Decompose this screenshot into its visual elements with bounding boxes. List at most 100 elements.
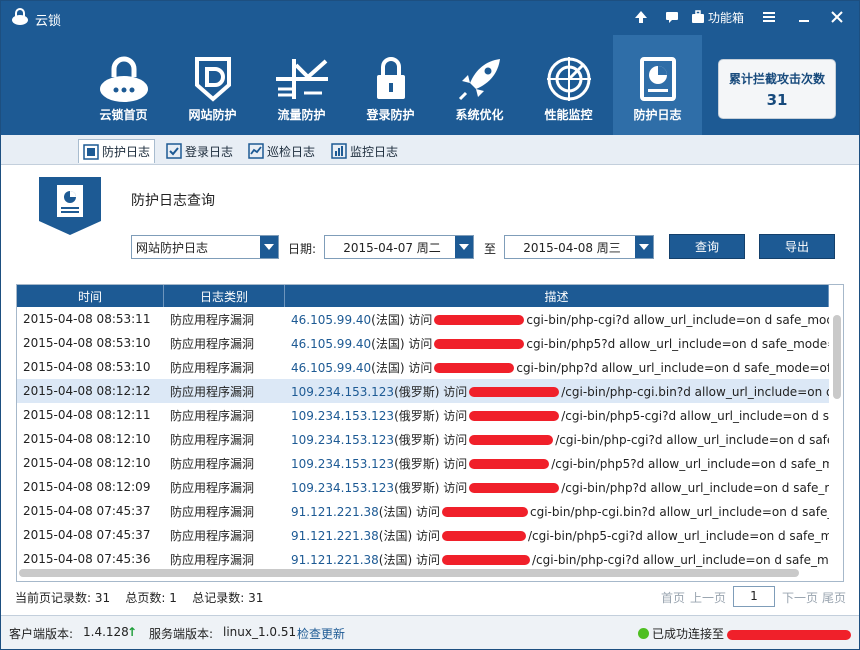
- message-icon[interactable]: [664, 7, 680, 27]
- minimize-icon[interactable]: [797, 7, 811, 27]
- page-number-input[interactable]: 1: [733, 586, 775, 607]
- attack-counter-box: 累计拦截攻击次数 31: [718, 59, 836, 119]
- cell-desc: 91.121.221.38(法国) 访问 cgi-bin/php-cgi.bin?…: [285, 503, 829, 520]
- cell-time: 2015-04-08 08:12:11: [23, 408, 151, 422]
- cell-path: cgi-bin/php-cgi?d allow_url_include=on d…: [526, 312, 829, 327]
- connection-status: 已成功连接至: [638, 625, 724, 642]
- nav-item-home[interactable]: 云锁首页: [79, 35, 168, 135]
- table-row[interactable]: 2015-04-08 08:12:11 防应用程序漏洞 109.234.153.12…: [17, 403, 829, 427]
- cell-desc: 109.234.153.123(俄罗斯) 访问/cgi-bin/php5?d a…: [285, 455, 829, 472]
- tab-label: 防护日志: [102, 145, 151, 159]
- close-icon[interactable]: [830, 7, 844, 27]
- cloud-lock-logo-icon: [12, 8, 28, 25]
- nav-label: 性能监控: [544, 108, 593, 122]
- nav-label: 防护日志: [633, 108, 682, 122]
- cell-time: 2015-04-08 07:45:37: [23, 528, 151, 542]
- redaction-mark: [434, 339, 525, 349]
- redaction-mark: [441, 507, 528, 517]
- cell-ip: 109.234.153.123: [291, 432, 395, 447]
- main-nav: 云锁首页 网站防护 流量防护 登录防护 系统优化 性能监控 防护日志: [79, 35, 702, 135]
- cell-type: 防应用程序漏洞: [170, 336, 255, 351]
- vertical-scrollbar[interactable]: [833, 315, 841, 399]
- tab-patrol-log[interactable]: 巡检日志: [244, 139, 319, 163]
- chevron-down-icon[interactable]: [635, 236, 653, 258]
- cell-ip: 91.121.221.38: [291, 504, 379, 519]
- cloud-lock-icon: [99, 56, 148, 102]
- redacted-host: [725, 627, 853, 641]
- tab-protect-log[interactable]: 防护日志: [78, 139, 156, 163]
- menu-icon[interactable]: [761, 7, 777, 27]
- cell-type: 防应用程序漏洞: [170, 552, 255, 567]
- up-arrow-icon: ↑: [127, 625, 138, 639]
- cell-time: 2015-04-08 08:53:10: [23, 336, 151, 350]
- toolbox-icon: [692, 10, 704, 23]
- table-row[interactable]: 2015-04-08 08:53:10 防应用程序漏洞 46.105.99.40(法…: [17, 355, 829, 379]
- col-header-desc[interactable]: 描述: [285, 285, 829, 307]
- prev-page-link[interactable]: 上一页: [690, 589, 726, 606]
- cell-time: 2015-04-08 08:53:10: [23, 360, 151, 374]
- nav-item-system-optimize[interactable]: 系统优化: [435, 35, 524, 135]
- chevron-down-icon[interactable]: [260, 236, 278, 258]
- cell-time: 2015-04-08 08:12:10: [23, 432, 151, 446]
- cell-path: /cgi-bin/php-cgi?d allow_url_include=on …: [531, 552, 829, 567]
- table-row[interactable]: 2015-04-08 07:45:36 防应用程序漏洞 91.121.221.38(…: [17, 547, 829, 571]
- redaction-mark: [469, 483, 560, 493]
- nav-item-site-protect[interactable]: 网站防护: [168, 35, 257, 135]
- query-button[interactable]: 查询: [669, 234, 745, 259]
- cell-desc: 46.105.99.40(法国) 访问 cgi-bin/php-cgi?d all…: [285, 311, 829, 328]
- cell-path: cgi-bin/php?d allow_url_include=on d saf…: [516, 360, 829, 375]
- horizontal-scrollbar[interactable]: [19, 569, 799, 577]
- toolbox-label: 功能箱: [708, 10, 745, 25]
- nav-item-traffic-protect[interactable]: 流量防护: [257, 35, 346, 135]
- cell-time: 2015-04-08 08:12:12: [23, 384, 151, 398]
- log-type-select[interactable]: 网站防护日志: [131, 235, 279, 259]
- date-from-value: 2015-04-07 周二: [343, 240, 441, 255]
- log-report-icon: [639, 57, 676, 101]
- table-row[interactable]: 2015-04-08 08:53:11 防应用程序漏洞 46.105.99.40(法…: [17, 307, 829, 331]
- attack-counter-label: 累计拦截攻击次数: [728, 72, 825, 86]
- cell-desc: 46.105.99.40(法国) 访问 cgi-bin/php?d allow_u…: [285, 359, 829, 376]
- tab-login-log[interactable]: 登录日志: [162, 139, 237, 163]
- col-header-type[interactable]: 日志类别: [164, 285, 285, 307]
- cell-country: (俄罗斯) 访问: [394, 480, 468, 495]
- upgrade-icon[interactable]: [633, 7, 649, 27]
- app-window: 云锁 功能箱 云锁首页 网站防护 流量防护 登录防护 系统优化 性能监控 防护日…: [0, 0, 860, 650]
- nav-item-login-protect[interactable]: 登录防护: [346, 35, 435, 135]
- toolbox-button[interactable]: 功能箱: [690, 7, 744, 27]
- cell-country: (俄罗斯) 访问: [394, 456, 468, 471]
- table-row[interactable]: 2015-04-08 08:53:10 防应用程序漏洞 46.105.99.40(法…: [17, 331, 829, 355]
- cell-ip: 91.121.221.38: [291, 528, 379, 543]
- export-button[interactable]: 导出: [759, 234, 835, 259]
- table-row[interactable]: 2015-04-08 08:12:10 防应用程序漏洞 109.234.153.12…: [17, 427, 829, 451]
- title-bar: 云锁 功能箱: [1, 1, 859, 35]
- cell-type: 防应用程序漏洞: [170, 384, 255, 399]
- nav-item-protect-log[interactable]: 防护日志: [613, 35, 702, 135]
- date-to-value: 2015-04-08 周三: [523, 240, 621, 255]
- online-dot-icon: [638, 628, 649, 639]
- redaction-mark: [469, 387, 560, 397]
- date-to-picker[interactable]: 2015-04-08 周三: [504, 235, 654, 259]
- cell-desc: 46.105.99.40(法国) 访问 cgi-bin/php5?d allow_…: [285, 335, 829, 352]
- rocket-icon: [458, 59, 500, 101]
- nav-item-perf-monitor[interactable]: 性能监控: [524, 35, 613, 135]
- tab-monitor-log[interactable]: 监控日志: [327, 139, 402, 163]
- table-row[interactable]: 2015-04-08 08:12:10 防应用程序漏洞 109.234.153.12…: [17, 451, 829, 475]
- check-update-link[interactable]: 检查更新: [297, 625, 345, 642]
- cell-country: (法国) 访问: [371, 336, 433, 351]
- padlock-icon: [376, 57, 405, 99]
- last-page-link[interactable]: 尾页: [822, 589, 846, 606]
- cell-path: cgi-bin/php-cgi.bin?d allow_url_include=…: [529, 504, 829, 519]
- table-row[interactable]: 2015-04-08 07:45:37 防应用程序漏洞 91.121.221.38(…: [17, 523, 829, 547]
- cell-ip: 46.105.99.40: [291, 336, 372, 351]
- cell-time: 2015-04-08 07:45:36: [23, 552, 151, 566]
- chevron-down-icon[interactable]: [455, 236, 473, 258]
- col-header-time[interactable]: 时间: [17, 285, 164, 307]
- table-row[interactable]: 2015-04-08 07:45:37 防应用程序漏洞 91.121.221.38(…: [17, 499, 829, 523]
- table-row[interactable]: 2015-04-08 08:12:12 防应用程序漏洞 109.234.153.12…: [17, 379, 829, 403]
- table-row[interactable]: 2015-04-08 08:12:09 防应用程序漏洞 109.234.153.12…: [17, 475, 829, 499]
- first-page-link[interactable]: 首页: [661, 589, 685, 606]
- date-from-picker[interactable]: 2015-04-07 周二: [324, 235, 474, 259]
- cell-type: 防应用程序漏洞: [170, 408, 255, 423]
- next-page-link[interactable]: 下一页: [782, 589, 818, 606]
- cell-ip: 46.105.99.40: [291, 312, 372, 327]
